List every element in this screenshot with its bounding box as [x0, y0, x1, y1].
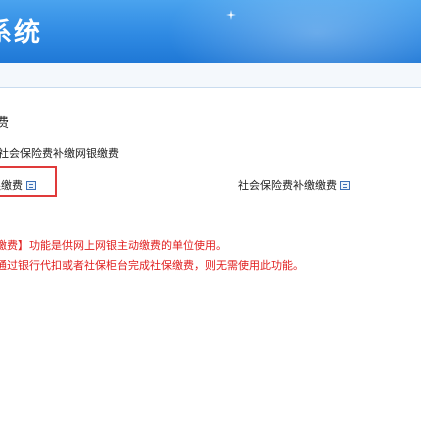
header-banner: 系统 [0, 0, 421, 63]
sub-toolbar [0, 63, 421, 88]
section-title: 费 [0, 116, 10, 131]
notice-line-1: 缴费】功能是供网上网银主动缴费的单位使用。 [0, 239, 227, 252]
document-icon[interactable] [340, 180, 350, 190]
sparkle-icon [226, 10, 236, 20]
breadcrumb: 社会保险费补缴网银缴费 [0, 147, 119, 160]
supplementary-payment-label: 社会保险费补缴缴费 [238, 179, 337, 192]
supplementary-payment-link[interactable]: 社会保险费补缴缴费 [238, 176, 350, 194]
highlight-box [0, 166, 57, 197]
system-title: 系统 [0, 18, 43, 48]
main-content: 费 社会保险费补缴网银缴费 银缴费 社会保险费补缴缴费 缴费】功能是供网上网银主… [0, 88, 421, 421]
header-shine [141, 0, 421, 63]
app-window: 系统 费 社会保险费补缴网银缴费 银缴费 社会保险费补缴缴费 缴费】功能是供网上… [0, 0, 421, 421]
notice-line-2: 通过银行代扣或者社保柜台完成社保缴费，则无需使用此功能。 [0, 259, 304, 272]
